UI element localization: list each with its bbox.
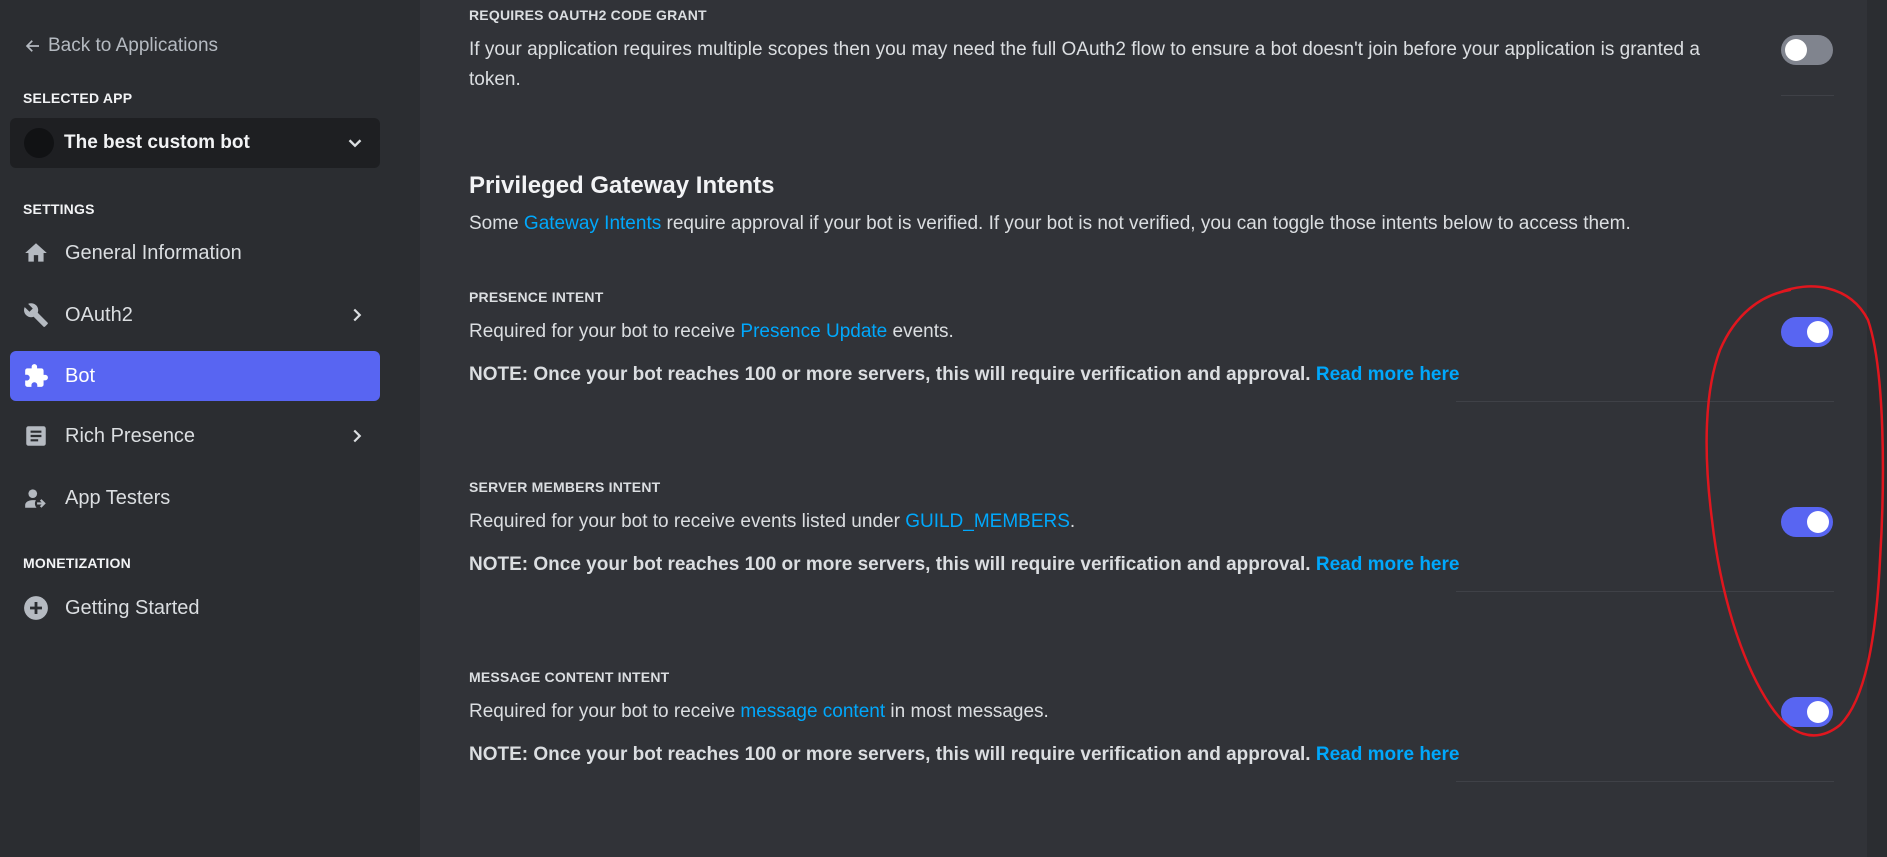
presence-intent-toggle[interactable] bbox=[1781, 317, 1833, 347]
privileged-intents-description: Some Gateway Intents require approval if… bbox=[469, 209, 1631, 239]
read-more-link[interactable]: Read more here bbox=[1316, 364, 1460, 385]
server-members-intent-description: Required for your bot to receive events … bbox=[469, 507, 1075, 537]
divider bbox=[1456, 781, 1834, 782]
home-icon bbox=[22, 239, 50, 267]
sidebar: Back to Applications SELECTED APP The be… bbox=[0, 0, 420, 857]
sidebar-item-oauth2[interactable]: OAuth2 bbox=[10, 290, 380, 340]
sidebar-item-label: App Testers bbox=[65, 486, 171, 509]
privileged-gateway-intents-heading: Privileged Gateway Intents bbox=[469, 172, 775, 199]
app-avatar bbox=[24, 128, 54, 158]
message-content-intent-title: MESSAGE CONTENT INTENT bbox=[469, 669, 670, 685]
presence-intent-title: PRESENCE INTENT bbox=[469, 289, 604, 305]
message-content-intent-note: NOTE: Once your bot reaches 100 or more … bbox=[469, 744, 1459, 766]
person-icon bbox=[22, 484, 50, 512]
arrow-left-icon bbox=[25, 40, 39, 52]
toggle-knob bbox=[1807, 321, 1829, 343]
wrench-icon bbox=[22, 301, 50, 329]
message-content-intent-description: Required for your bot to receive message… bbox=[469, 697, 1049, 727]
oauth2-desc-line-1: If your application requires multiple sc… bbox=[469, 39, 1700, 60]
desc-text: Required for your bot to receive events … bbox=[469, 511, 906, 532]
toggle-knob bbox=[1807, 511, 1829, 533]
desc-text: Required for your bot to receive bbox=[469, 701, 741, 722]
settings-label: SETTINGS bbox=[23, 201, 95, 217]
note-text: NOTE: Once your bot reaches 100 or more … bbox=[469, 554, 1311, 575]
divider bbox=[1781, 95, 1834, 96]
desc-text: require approval if your bot is verified… bbox=[661, 213, 1631, 234]
sidebar-item-app-testers[interactable]: App Testers bbox=[10, 473, 380, 523]
server-members-intent-title: SERVER MEMBERS INTENT bbox=[469, 479, 661, 495]
presence-update-link[interactable]: Presence Update bbox=[740, 321, 887, 342]
desc-text: Some bbox=[469, 213, 524, 234]
document-icon bbox=[22, 422, 50, 450]
desc-text: in most messages. bbox=[885, 701, 1049, 722]
sidebar-item-label: Bot bbox=[65, 364, 96, 387]
message-content-intent-toggle[interactable] bbox=[1781, 697, 1833, 727]
presence-intent-description: Required for your bot to receive Presenc… bbox=[469, 317, 954, 347]
chevron-right-icon bbox=[353, 308, 362, 322]
sidebar-item-getting-started[interactable]: Getting Started bbox=[10, 583, 380, 633]
divider bbox=[1456, 401, 1834, 402]
note-text: NOTE: Once your bot reaches 100 or more … bbox=[469, 744, 1311, 765]
oauth2-code-grant-description: If your application requires multiple sc… bbox=[469, 35, 1729, 95]
oauth2-code-grant-toggle[interactable] bbox=[1781, 35, 1833, 65]
divider bbox=[1456, 591, 1834, 592]
sidebar-item-label: OAuth2 bbox=[65, 303, 133, 326]
puzzle-icon bbox=[22, 362, 50, 390]
sidebar-item-rich-presence[interactable]: Rich Presence bbox=[10, 411, 380, 461]
back-link-label: Back to Applications bbox=[48, 35, 219, 56]
sidebar-item-general-information[interactable]: General Information bbox=[10, 228, 380, 278]
selected-app-label: SELECTED APP bbox=[23, 90, 133, 106]
sidebar-item-bot[interactable]: Bot bbox=[10, 351, 380, 401]
desc-text: Required for your bot to receive bbox=[469, 321, 741, 342]
sidebar-item-label: Getting Started bbox=[65, 596, 200, 619]
toggle-knob bbox=[1785, 39, 1807, 61]
server-members-intent-note: NOTE: Once your bot reaches 100 or more … bbox=[469, 554, 1459, 576]
app-name: The best custom bot bbox=[64, 132, 250, 153]
read-more-link[interactable]: Read more here bbox=[1316, 744, 1460, 765]
oauth2-desc-line-2: token. bbox=[469, 69, 521, 90]
plus-circle-icon bbox=[22, 594, 50, 622]
message-content-link[interactable]: message content bbox=[740, 701, 885, 722]
sidebar-item-label: General Information bbox=[65, 241, 242, 264]
gateway-intents-link[interactable]: Gateway Intents bbox=[524, 213, 661, 234]
app-selector[interactable]: The best custom bot bbox=[10, 118, 380, 168]
sidebar-item-label: Rich Presence bbox=[65, 424, 196, 447]
scrollbar[interactable] bbox=[1867, 0, 1887, 857]
server-members-intent-toggle[interactable] bbox=[1781, 507, 1833, 537]
guild-members-link[interactable]: GUILD_MEMBERS bbox=[905, 511, 1070, 532]
desc-text: . bbox=[1069, 511, 1076, 532]
read-more-link[interactable]: Read more here bbox=[1316, 554, 1460, 575]
toggle-knob bbox=[1807, 701, 1829, 723]
note-text: NOTE: Once your bot reaches 100 or more … bbox=[469, 364, 1311, 385]
chevron-down-icon bbox=[348, 139, 362, 148]
monetization-label: MONETIZATION bbox=[23, 555, 131, 571]
presence-intent-note: NOTE: Once your bot reaches 100 or more … bbox=[469, 364, 1459, 386]
back-to-applications-link[interactable]: Back to Applications bbox=[24, 32, 218, 60]
desc-text: events. bbox=[887, 321, 954, 342]
oauth2-code-grant-title: REQUIRES OAUTH2 CODE GRANT bbox=[469, 7, 707, 23]
main-content bbox=[420, 0, 1867, 857]
chevron-right-icon bbox=[353, 429, 362, 443]
